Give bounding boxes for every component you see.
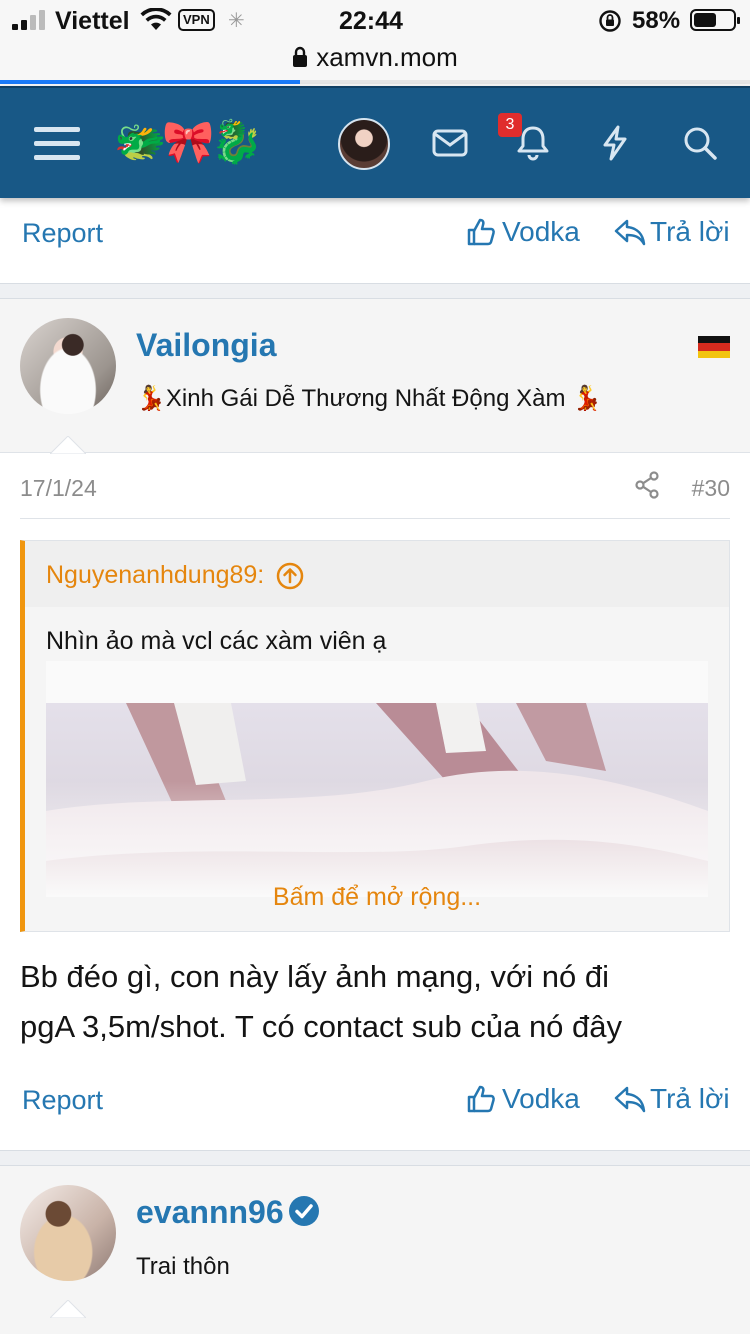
reply-icon	[614, 219, 646, 246]
germany-flag-icon	[698, 336, 730, 358]
author-username: evannn96	[136, 1194, 284, 1230]
carrier-name: Viettel	[55, 7, 130, 35]
like-button[interactable]: Vodka	[466, 216, 580, 248]
url-text: xamvn.mom	[316, 42, 458, 72]
post-body-line: pgA 3,5m/shot. T có contact sub của nó đ…	[20, 1009, 623, 1044]
report-link[interactable]: Report	[22, 1085, 103, 1116]
verified-badge-icon	[288, 1196, 319, 1226]
share-icon[interactable]	[634, 471, 660, 504]
previous-post-actions: Report Vodka Trả lời	[0, 204, 750, 264]
site-header: 🐲🎀🐉	[0, 86, 750, 198]
author-avatar[interactable]	[20, 318, 116, 414]
url-display[interactable]: xamvn.mom	[0, 40, 750, 76]
activity-spinner-icon: ✳	[228, 10, 245, 32]
like-button[interactable]: Vodka	[466, 1083, 580, 1115]
author-username[interactable]: Vailongia	[136, 327, 276, 364]
inbox-icon[interactable]	[425, 88, 475, 198]
thumbs-up-icon	[467, 1085, 495, 1113]
bell-icon[interactable]	[508, 88, 558, 198]
post-number[interactable]: #30	[692, 475, 730, 502]
reply-label: Trả lời	[650, 216, 730, 247]
expand-quote-link[interactable]: Bấm để mở rộng...	[25, 883, 729, 912]
author-user-title: 💃Xinh Gái Dễ Thương Nhất Động Xàm 💃	[136, 385, 602, 412]
message-pointer	[50, 1300, 86, 1318]
thumbs-up-icon	[467, 218, 495, 246]
page-load-progress	[0, 80, 750, 84]
status-bar: Viettel VPN ✳ 22:44 58%	[0, 0, 750, 40]
post-date[interactable]: 17/1/24	[20, 475, 97, 502]
next-post-author-block: evannn96 Trai thôn	[0, 1166, 750, 1334]
lock-icon	[292, 42, 308, 76]
message-pointer	[50, 436, 86, 454]
site-logo[interactable]: 🐲🎀🐉	[114, 114, 263, 170]
like-label: Vodka	[502, 216, 580, 247]
menu-icon[interactable]	[28, 88, 86, 198]
post-body: Bb đéo gì, con này lấy ảnh mạng, với nó …	[20, 952, 730, 1052]
search-icon[interactable]	[675, 88, 725, 198]
reply-label: Trả lời	[650, 1083, 730, 1114]
post-body-line: Bb đéo gì, con này lấy ảnh mạng, với nó …	[20, 959, 610, 994]
post-meta: 17/1/24 #30	[20, 455, 730, 519]
quote-header: Nguyenanhdung89:	[25, 541, 729, 607]
quoted-image[interactable]	[46, 661, 708, 897]
jump-to-quote-icon	[277, 562, 304, 589]
vpn-indicator: VPN	[178, 9, 215, 31]
author-avatar[interactable]	[20, 1185, 116, 1281]
post-actions: Report Vodka Trả lời	[0, 1071, 750, 1131]
battery-percent: 58%	[632, 7, 681, 34]
battery-icon	[690, 9, 740, 31]
post-separator	[0, 1150, 750, 1166]
orientation-lock-icon	[598, 9, 622, 38]
author-user-title: Trai thôn	[136, 1253, 230, 1280]
signal-icon	[12, 10, 45, 30]
like-label: Vodka	[502, 1083, 580, 1114]
whats-new-icon[interactable]	[590, 88, 640, 198]
post-author-block: Vailongia 💃Xinh Gái Dễ Thương Nhất Động …	[0, 299, 750, 454]
post-separator	[0, 283, 750, 299]
report-link[interactable]: Report	[22, 218, 103, 249]
author-username-row[interactable]: evannn96	[136, 1194, 320, 1231]
quote-text: Nhìn ảo mà vcl các xàm viên ạ	[46, 627, 387, 655]
notification-badge: 3	[498, 113, 522, 137]
quote-author: Nguyenanhdung89:	[46, 561, 265, 589]
clock: 22:44	[339, 7, 403, 35]
browser-address-bar[interactable]: xamvn.mom	[0, 40, 750, 86]
page-load-progress-fill	[0, 80, 300, 84]
quote-block: Nguyenanhdung89: Nhìn ảo mà vcl các xàm …	[20, 540, 730, 932]
reply-button[interactable]: Trả lời	[614, 216, 730, 248]
reply-button[interactable]: Trả lời	[614, 1083, 730, 1115]
quote-author-link[interactable]: Nguyenanhdung89:	[46, 561, 304, 590]
reply-icon	[614, 1086, 646, 1113]
wifi-icon	[140, 7, 172, 37]
battery-level	[694, 13, 716, 27]
account-avatar[interactable]	[338, 118, 390, 170]
